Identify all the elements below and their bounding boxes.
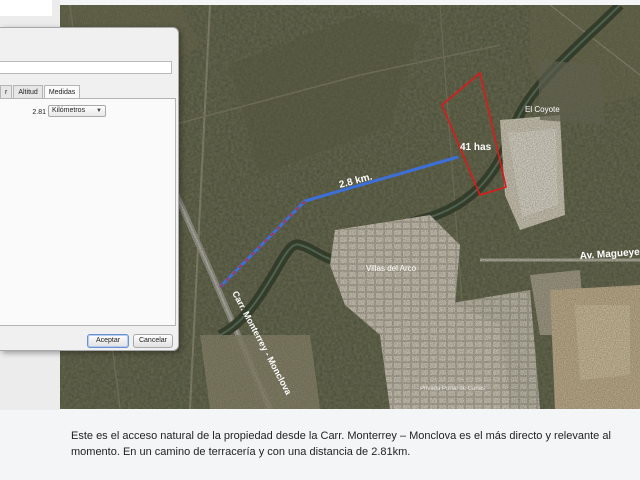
label-villas-del-arco: Villas del Arco bbox=[366, 264, 417, 273]
measure-value: 2.81 bbox=[32, 109, 46, 116]
presentation-slide: El Coyote 41 has 2.8 km. Av. Magueyes Vi… bbox=[0, 0, 640, 480]
measure-dialog: r Altitud Medidas 2.81 Kilómetros ▼ Acep… bbox=[0, 27, 179, 351]
label-faint-place: Privada Portal de Cañas bbox=[420, 386, 485, 392]
slide-top-corner bbox=[0, 0, 52, 16]
label-area: 41 has bbox=[460, 142, 492, 153]
label-el-coyote: El Coyote bbox=[525, 105, 560, 114]
caption-line-2: momento. En un camino de terracería y co… bbox=[71, 446, 411, 458]
tab-altitud[interactable]: Altitud bbox=[13, 85, 43, 99]
accept-button[interactable]: Aceptar bbox=[87, 334, 129, 348]
tab-panel-medidas: 2.81 Kilómetros ▼ bbox=[0, 98, 176, 326]
caption-line-1: Este es el acceso natural de la propieda… bbox=[71, 430, 611, 442]
tab-medidas[interactable]: Medidas bbox=[43, 85, 81, 99]
cancel-button[interactable]: Cancelar bbox=[133, 334, 173, 348]
chevron-down-icon: ▼ bbox=[96, 108, 102, 114]
slide-caption: Este es el acceso natural de la propieda… bbox=[71, 428, 640, 460]
name-field[interactable] bbox=[0, 61, 172, 74]
dialog-tabs: r Altitud Medidas bbox=[0, 85, 81, 99]
unit-select[interactable]: Kilómetros ▼ bbox=[48, 105, 106, 117]
unit-select-value: Kilómetros bbox=[52, 107, 86, 114]
tab-partial[interactable]: r bbox=[0, 85, 13, 99]
